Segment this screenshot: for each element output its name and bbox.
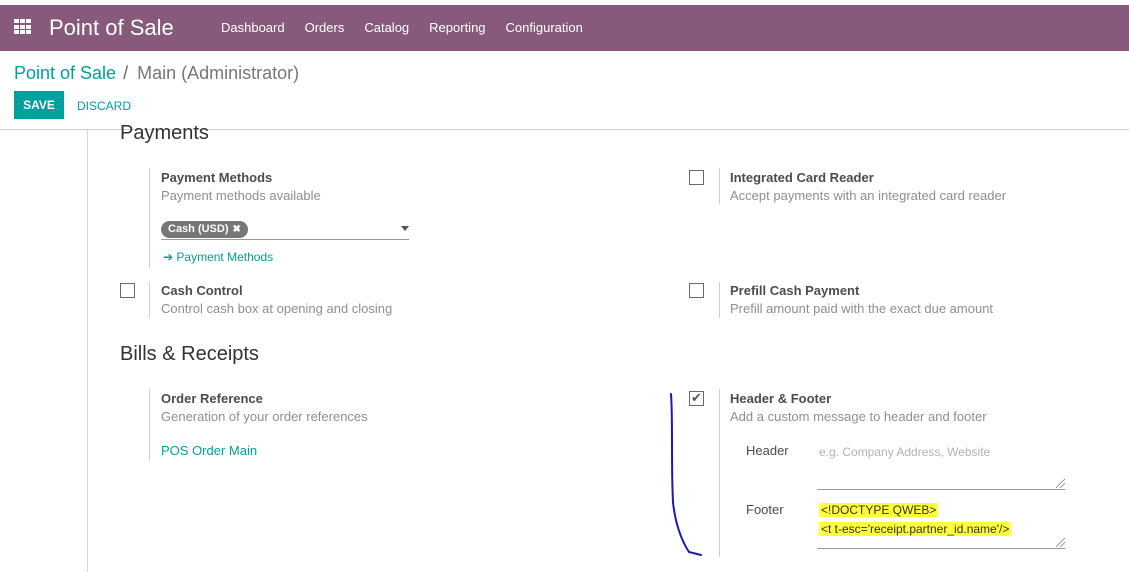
- tag-label: Cash (USD): [168, 223, 229, 235]
- prefill-cash-label: Prefill Cash Payment: [730, 283, 860, 298]
- dropdown-arrow-icon[interactable]: [401, 226, 409, 231]
- setting-divider: [719, 389, 720, 557]
- breadcrumb: Point of Sale / Main (Administrator): [14, 63, 299, 84]
- arrow-right-icon: ➔: [163, 250, 174, 264]
- footer-field-label: Footer: [746, 502, 784, 517]
- menu-item-configuration[interactable]: Configuration: [506, 20, 583, 35]
- payment-methods-input[interactable]: Cash (USD) ✖: [161, 221, 409, 240]
- breadcrumb-current: Main (Administrator): [137, 63, 300, 83]
- payment-method-tag: Cash (USD) ✖: [161, 221, 248, 238]
- header-footer-desc: Add a custom message to header and foote…: [730, 409, 987, 424]
- setting-divider: [719, 168, 720, 204]
- order-sequence-link[interactable]: POS Order Main: [161, 443, 257, 458]
- remove-tag-icon[interactable]: ✖: [233, 221, 241, 238]
- payment-methods-desc: Payment methods available: [161, 188, 321, 203]
- top-navbar: Point of Sale Dashboard Orders Catalog R…: [0, 5, 1129, 51]
- breadcrumb-parent[interactable]: Point of Sale: [14, 63, 116, 83]
- menu-item-reporting[interactable]: Reporting: [429, 20, 485, 35]
- footer-textarea[interactable]: <!DOCTYPE QWEB> <t t-esc='receipt.partne…: [817, 502, 1065, 549]
- integrated-card-reader-checkbox[interactable]: [689, 170, 704, 185]
- breadcrumb-separator: /: [123, 63, 129, 83]
- order-reference-desc: Generation of your order references: [161, 409, 368, 424]
- header-footer-label: Header & Footer: [730, 391, 832, 406]
- menu-item-catalog[interactable]: Catalog: [364, 20, 409, 35]
- header-field-label: Header: [746, 443, 789, 458]
- integrated-card-reader-desc: Accept payments with an integrated card …: [730, 188, 1007, 203]
- setting-divider: [149, 389, 150, 461]
- payment-methods-link-label: Payment Methods: [176, 250, 274, 264]
- section-title-bills: Bills & Receipts: [120, 343, 259, 365]
- footer-text-line-1: <!DOCTYPE QWEB>: [819, 503, 939, 517]
- footer-text-line-2: <t t-esc='receipt.partner_id.name'/>: [819, 522, 1012, 536]
- save-button[interactable]: SAVE: [14, 91, 64, 119]
- cash-control-label: Cash Control: [161, 283, 243, 298]
- section-title-payments: Payments: [120, 122, 209, 144]
- app-title[interactable]: Point of Sale: [49, 15, 174, 41]
- prefill-cash-desc: Prefill amount paid with the exact due a…: [730, 301, 994, 316]
- header-textarea[interactable]: e.g. Company Address, Website: [817, 444, 1065, 490]
- apps-grid-icon[interactable]: [14, 19, 32, 35]
- cash-control-checkbox[interactable]: [120, 283, 135, 298]
- setting-divider: [719, 282, 720, 318]
- menu-item-dashboard[interactable]: Dashboard: [221, 20, 285, 35]
- header-placeholder: e.g. Company Address, Website: [819, 445, 991, 459]
- resize-handle-icon[interactable]: [1056, 538, 1065, 547]
- order-reference-label: Order Reference: [161, 391, 263, 406]
- payment-methods-label: Payment Methods: [161, 170, 273, 185]
- control-panel: Point of Sale / Main (Administrator) SAV…: [0, 51, 1129, 130]
- hand-drawn-annotation: [670, 393, 702, 556]
- setting-divider: [149, 168, 150, 268]
- main-menu: Dashboard Orders Catalog Reporting Confi…: [221, 20, 603, 35]
- integrated-card-reader-label: Integrated Card Reader: [730, 170, 874, 185]
- setting-divider: [149, 282, 150, 318]
- payment-methods-link[interactable]: ➔ Payment Methods: [163, 250, 273, 264]
- form-sheet-border: [87, 130, 88, 572]
- cash-control-desc: Control cash box at opening and closing: [161, 301, 393, 316]
- menu-item-orders[interactable]: Orders: [305, 20, 345, 35]
- discard-button[interactable]: DISCARD: [77, 99, 131, 113]
- resize-handle-icon[interactable]: [1056, 479, 1065, 488]
- prefill-cash-checkbox[interactable]: [689, 283, 704, 298]
